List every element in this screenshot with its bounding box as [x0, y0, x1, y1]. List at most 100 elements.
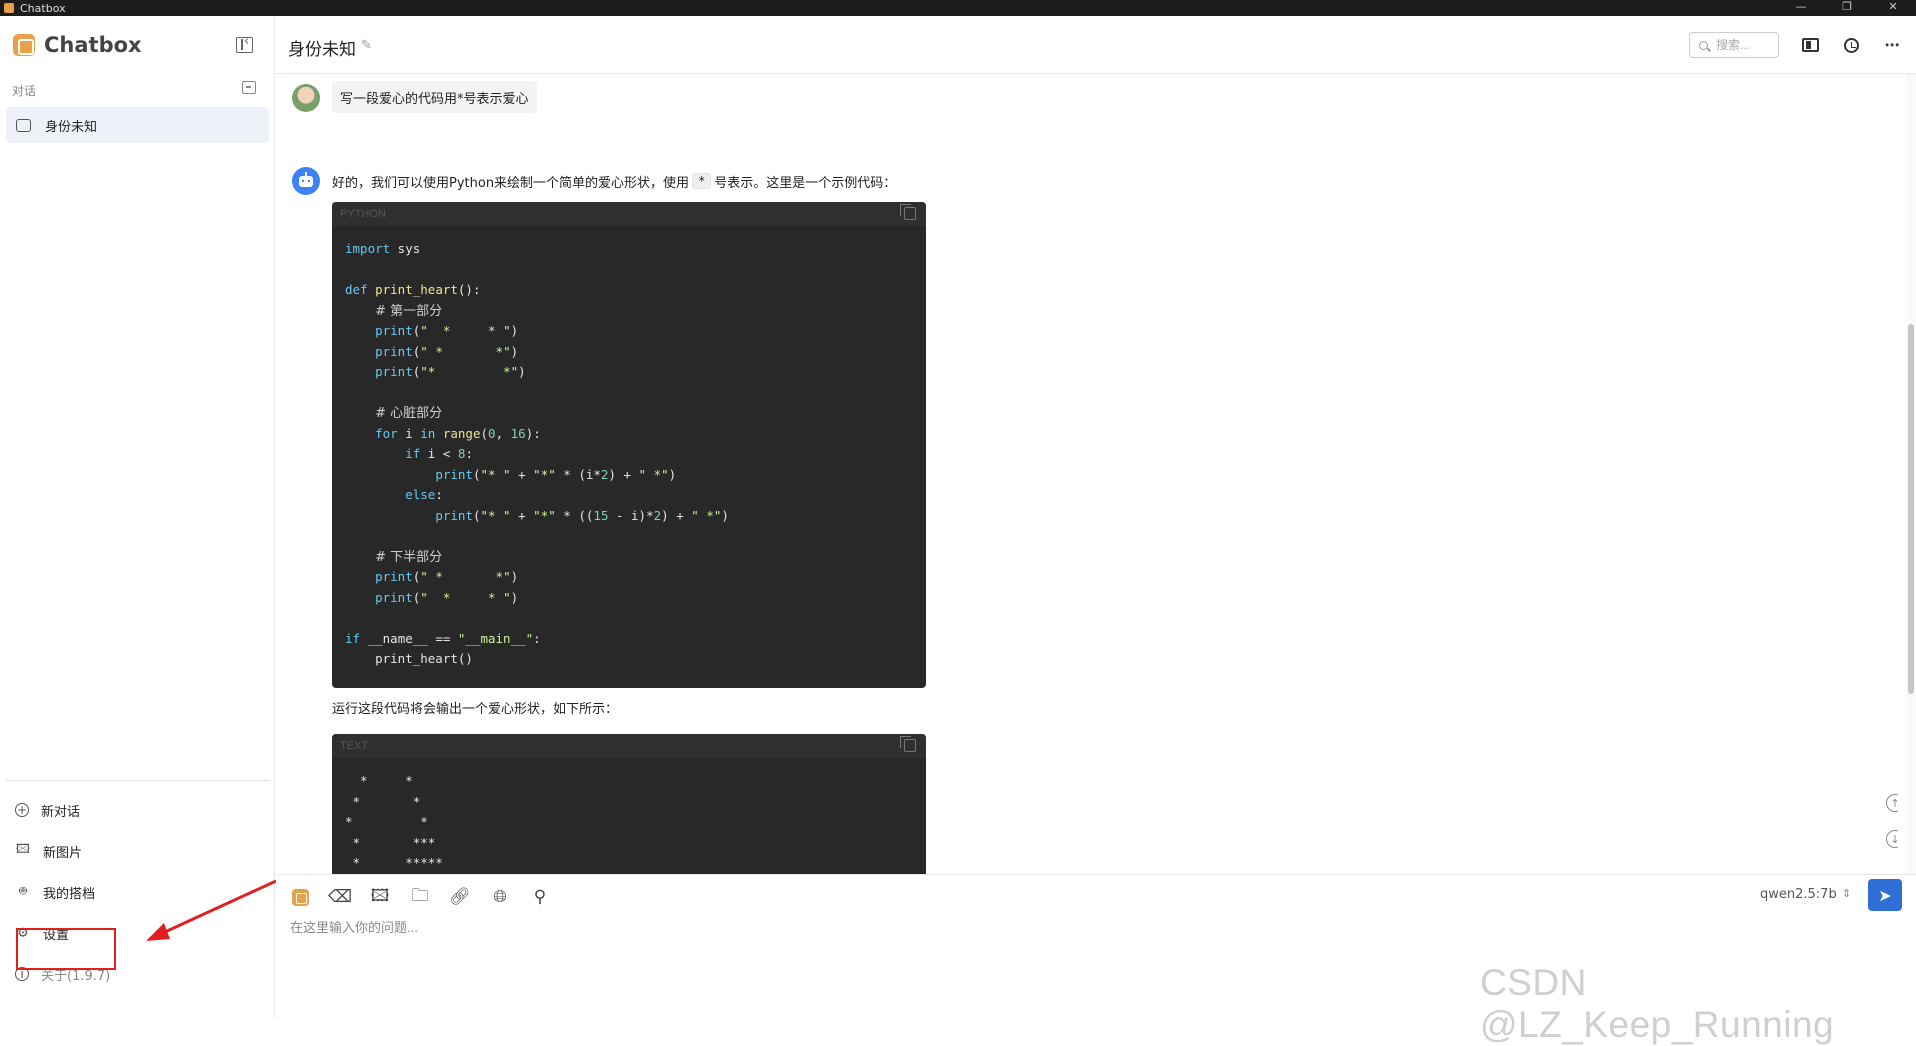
section-label: 对话: [12, 84, 37, 98]
conversation-title[interactable]: 身份未知: [288, 35, 356, 60]
window-titlebar: Chatbox — ❐ ✕: [0, 0, 1916, 16]
output-line: * *: [345, 814, 428, 829]
assistant-outro: 运行这段代码将会输出一个爱心形状，如下所示：: [332, 701, 619, 717]
scroll-down-icon[interactable]: ↓: [1886, 830, 1898, 848]
code-line: print(" * *"): [375, 343, 519, 359]
code-line: else:: [405, 487, 443, 502]
code-language: TEXT: [340, 740, 369, 752]
output-line: * *****: [345, 855, 443, 870]
search-input[interactable]: [1716, 38, 1776, 52]
annotation-arrow: [146, 879, 277, 941]
code-line: print("* " + "*" * ((15 - i)*2) + " *"): [435, 507, 729, 523]
sidebar: Chatbox 对话 身份未知 + 新对话 🖾 新图片 🤖︎ 我的搭档 ⚙ 设置…: [0, 16, 275, 1018]
code-line: if __name__ == "__main__":: [345, 630, 541, 646]
brand-name: Chatbox: [44, 33, 142, 57]
code-line: if i < 8:: [405, 446, 473, 461]
code-header: PYTHON: [332, 202, 926, 226]
image-upload-icon[interactable]: 🖾: [368, 885, 392, 909]
code-language: PYTHON: [340, 208, 386, 220]
text-output-block: TEXT * * * * * * * *** * *****: [332, 734, 926, 874]
robot-icon: 🤖︎: [19, 884, 27, 899]
conversation-label: 身份未知: [45, 119, 98, 135]
new-chat-button[interactable]: + 新对话: [0, 795, 275, 825]
model-selector[interactable]: qwen2.5:7b: [1760, 887, 1837, 902]
sliders-icon[interactable]: ⚲: [528, 885, 552, 909]
archive-icon[interactable]: [242, 81, 256, 94]
collapse-sidebar-icon[interactable]: [236, 34, 253, 53]
history-button[interactable]: [1841, 36, 1861, 54]
robot-icon: [299, 171, 313, 187]
more-options-icon[interactable]: ⋯: [1882, 36, 1902, 54]
search-box[interactable]: [1689, 32, 1779, 58]
scroll-up-icon[interactable]: ↑: [1886, 794, 1898, 812]
code-line: # 心脏部分: [375, 406, 443, 421]
inline-code: *: [692, 173, 712, 189]
code-line: def print_heart():: [345, 282, 481, 297]
output-line: * *: [345, 773, 413, 788]
code-line: import sys: [345, 241, 421, 256]
code-line: print_heart(): [345, 651, 473, 666]
send-icon: ➤: [1878, 885, 1892, 905]
edit-title-icon[interactable]: ✎: [361, 38, 372, 53]
code-content: * * * * * * * *** * *****: [332, 758, 926, 874]
intro-text-after: 号表示。这里是一个示例代码：: [714, 175, 897, 191]
search-icon: [1699, 40, 1708, 50]
code-line: print("* " + "*" * (i*2) + " *"): [435, 466, 677, 482]
image-icon: 🖾: [15, 842, 31, 857]
chevron-updown-icon[interactable]: ⇕: [1842, 887, 1851, 900]
partner-picker-button[interactable]: [288, 885, 312, 909]
sidebar-divider: [6, 780, 270, 781]
chat-header: 身份未知 ✎ ⋯: [276, 16, 1916, 74]
code-content: import sys def print_heart(): # 第一部分 pri…: [332, 226, 926, 670]
brand: Chatbox: [13, 33, 142, 57]
maximize-button[interactable]: ❐: [1824, 0, 1870, 16]
minimize-button[interactable]: —: [1778, 0, 1824, 16]
chatbox-logo-icon: [13, 34, 35, 56]
code-line: # 第一部分: [375, 303, 443, 319]
chat-bubble-icon: [16, 118, 31, 132]
intro-text-before: 好的，我们可以使用Python来绘制一个简单的爱心形状，使用: [332, 175, 690, 191]
folder-icon[interactable]: 🗀: [408, 885, 432, 909]
plus-circle-icon: +: [15, 803, 29, 817]
send-button[interactable]: ➤: [1868, 879, 1902, 911]
my-partners-label: 我的搭档: [43, 886, 96, 902]
split-view-icon: [1801, 38, 1819, 52]
code-line: # 下半部分: [375, 549, 443, 565]
app-icon: [4, 3, 14, 13]
chatbox-logo-icon: [291, 888, 309, 906]
copy-icon[interactable]: [900, 204, 916, 220]
user-message: 写一段爱心的代码用*号表示爱心: [332, 81, 537, 113]
conversation-item[interactable]: 身份未知: [6, 107, 269, 143]
copy-icon[interactable]: [900, 736, 916, 752]
code-line: print(" * * "): [375, 589, 519, 605]
code-line: for i in range(0, 16):: [375, 425, 541, 441]
assistant-intro: 好的，我们可以使用Python来绘制一个简单的爱心形状，使用 * 号表示。这里是…: [332, 168, 896, 194]
code-line: print(" * *"): [375, 569, 519, 584]
user-avatar: [292, 84, 320, 112]
close-button[interactable]: ✕: [1870, 0, 1916, 16]
window-title: Chatbox: [20, 1, 66, 15]
link-icon[interactable]: 🔗︎: [448, 885, 472, 909]
assistant-avatar: [292, 167, 320, 195]
new-chat-label: 新对话: [41, 804, 81, 820]
history-icon: [1843, 37, 1859, 53]
settings-highlight-box: [16, 928, 116, 970]
output-line: * ***: [345, 834, 436, 850]
code-header: TEXT: [332, 734, 926, 758]
watermark: CSDN @LZ_Keep_Running: [1480, 962, 1835, 1045]
clear-context-icon[interactable]: ⌫: [328, 885, 352, 909]
scrollbar-thumb[interactable]: [1908, 324, 1914, 694]
toggle-layout-button[interactable]: [1800, 36, 1820, 54]
globe-icon[interactable]: 🌐︎: [488, 885, 512, 909]
python-code-block: PYTHON import sys def print_heart(): # 第…: [332, 202, 926, 688]
message-scrollbar[interactable]: [1906, 74, 1916, 874]
new-image-button[interactable]: 🖾 新图片: [0, 836, 275, 866]
code-line: print("* *"): [375, 364, 526, 379]
output-line: * *: [345, 793, 421, 809]
code-line: print(" * * "): [375, 323, 519, 338]
new-image-label: 新图片: [43, 845, 83, 861]
